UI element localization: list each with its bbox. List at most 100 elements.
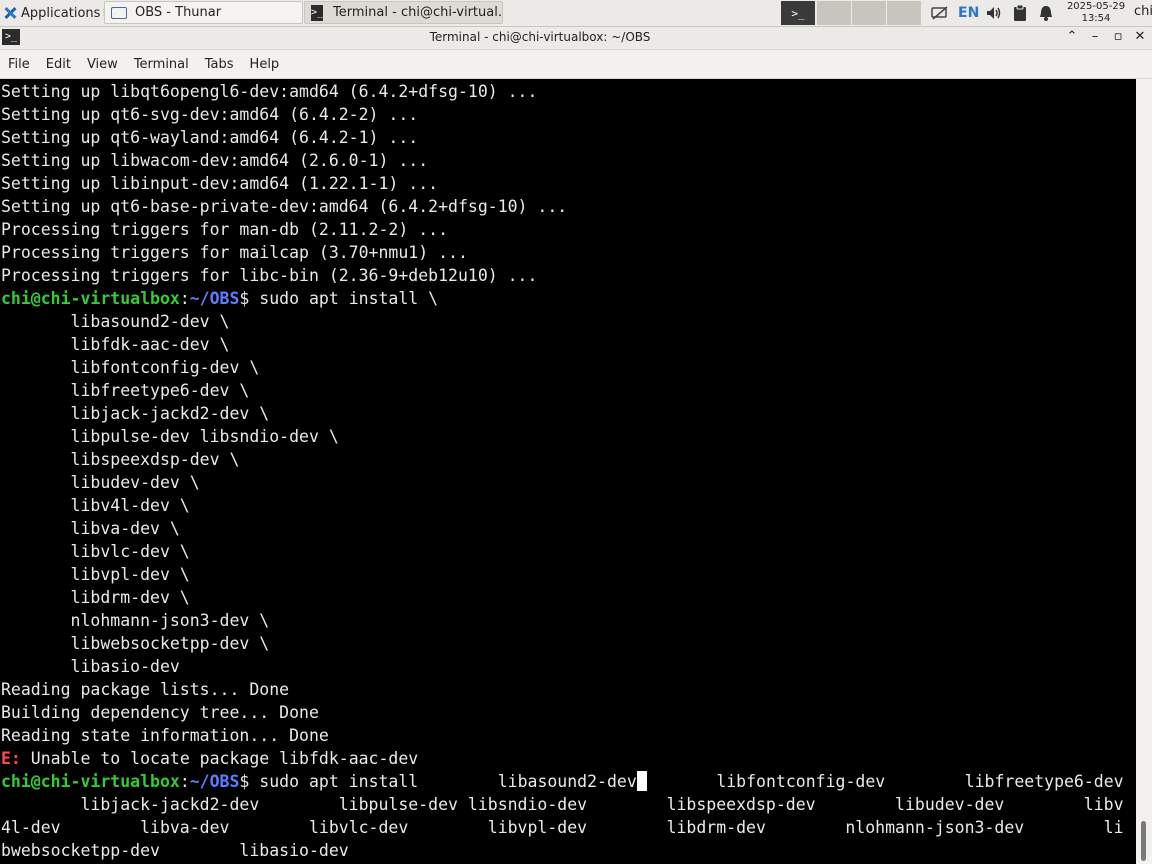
terminal-line: 4l-dev libva-dev libvlc-dev libvpl-dev l… — [1, 816, 1124, 839]
output-text: libfdk-aac-dev \ — [1, 335, 230, 354]
applications-menu-button[interactable]: Applications ⁝ — [0, 0, 107, 26]
output-text: libvlc-dev \ — [1, 542, 190, 561]
taskbar-item-thunar[interactable]: OBS - Thunar — [104, 1, 303, 24]
output-text: libdrm-dev \ — [1, 588, 190, 607]
output-text: Setting up libqt6opengl6-dev:amd64 (6.4.… — [1, 82, 538, 101]
taskbar-item-label: Terminal - chi@chi-virtual... — [333, 5, 503, 20]
terminal-line: libvpl-dev \ — [1, 563, 1124, 586]
command-text: sudo apt install libasound2-dev — [249, 772, 637, 791]
output-text: Setting up qt6-base-private-dev:amd64 (6… — [1, 197, 568, 216]
taskbar-item-terminal[interactable]: >_ Terminal - chi@chi-virtual... — [304, 1, 503, 24]
output-text: nlohmann-json3-dev \ — [1, 611, 270, 630]
prompt-user: chi@chi-virtualbox — [1, 289, 180, 308]
output-text: libasound2-dev \ — [1, 312, 230, 331]
terminal-line: Reading state information... Done — [1, 724, 1124, 747]
window-title: Terminal - chi@chi-virtualbox: ~/OBS — [429, 30, 651, 44]
workspace-2-button[interactable] — [817, 1, 851, 25]
terminal-line: chi@chi-virtualbox:~/OBS$ sudo apt insta… — [1, 770, 1124, 793]
menu-help[interactable]: Help — [250, 57, 280, 72]
terminal-line: Setting up libinput-dev:amd64 (1.22.1-1)… — [1, 172, 1124, 195]
workspace-4-button[interactable] — [887, 1, 921, 25]
clipboard-icon[interactable] — [1012, 0, 1028, 26]
terminal-line: Setting up libwacom-dev:amd64 (2.6.0-1) … — [1, 149, 1124, 172]
menu-file[interactable]: File — [8, 57, 30, 72]
terminal-line: libdrm-dev \ — [1, 586, 1124, 609]
keyboard-layout-indicator[interactable]: EN — [958, 0, 979, 26]
workspace-3-button[interactable] — [852, 1, 886, 25]
output-text: libjack-jackd2-dev libpulse-dev libsndio… — [1, 795, 1124, 814]
output-text: libpulse-dev libsndio-dev \ — [1, 427, 339, 446]
taskbar-item-label: OBS - Thunar — [135, 5, 222, 20]
network-icon[interactable] — [930, 0, 950, 26]
terminal-line: E: Unable to locate package libfdk-aac-d… — [1, 747, 1124, 770]
terminal-line: Setting up qt6-wayland:amd64 (6.4.2-1) .… — [1, 126, 1124, 149]
notifications-icon[interactable] — [1038, 0, 1054, 26]
output-text: libasio-dev — [1, 657, 180, 676]
window-close-button[interactable]: ✕ — [1131, 29, 1149, 44]
output-text: libfontconfig-dev \ — [1, 358, 260, 377]
clock-date: 2025-05-29 — [1066, 1, 1126, 12]
menubar: File Edit View Terminal Tabs Help — [0, 50, 1152, 79]
terminal-line: Reading package lists... Done — [1, 678, 1124, 701]
folder-icon — [111, 6, 127, 19]
output-text: Setting up libinput-dev:amd64 (1.22.1-1)… — [1, 174, 439, 193]
window-shade-button[interactable]: ⌃ — [1063, 29, 1081, 44]
terminal-line: bwebsocketpp-dev libasio-dev — [1, 839, 1124, 862]
terminal-line: Setting up libqt6opengl6-dev:amd64 (6.4.… — [1, 80, 1124, 103]
terminal-scrollbar[interactable] — [1136, 79, 1152, 864]
output-text: Building dependency tree... Done — [1, 703, 319, 722]
prompt-symbol: $ — [239, 289, 250, 308]
command-text: libfontconfig-dev libfreetype6-dev — [646, 772, 1124, 791]
panel-clock[interactable]: 2025-05-29 13:54 — [1062, 1, 1130, 25]
output-text: libvpl-dev \ — [1, 565, 190, 584]
terminal-line: Processing triggers for man-db (2.11.2-2… — [1, 218, 1124, 241]
output-text: libwebsocketpp-dev \ — [1, 634, 270, 653]
user-menu[interactable]: chi — [1134, 4, 1152, 19]
terminal-line: libvlc-dev \ — [1, 540, 1124, 563]
output-text: Setting up qt6-wayland:amd64 (6.4.2-1) .… — [1, 128, 419, 147]
terminal-line: Processing triggers for libc-bin (2.36-9… — [1, 264, 1124, 287]
output-text: Setting up qt6-svg-dev:amd64 (6.4.2-2) .… — [1, 105, 419, 124]
output-text: libjack-jackd2-dev \ — [1, 404, 270, 423]
terminal-line: Setting up qt6-svg-dev:amd64 (6.4.2-2) .… — [1, 103, 1124, 126]
command-text: sudo apt install \ — [249, 289, 439, 308]
output-text: 4l-dev libva-dev libvlc-dev libvpl-dev l… — [1, 818, 1124, 837]
prompt-separator: : — [179, 772, 190, 791]
terminal-output[interactable]: Setting up libqt6opengl6-dev:amd64 (6.4.… — [0, 79, 1136, 864]
prompt-path: ~/OBS — [189, 772, 240, 791]
window-maximize-button[interactable]: ▫ — [1109, 29, 1127, 44]
menu-edit[interactable]: Edit — [46, 57, 71, 72]
terminal-line: libasio-dev — [1, 655, 1124, 678]
prompt-symbol: $ — [239, 772, 250, 791]
window-minimize-button[interactable]: – — [1086, 29, 1104, 44]
terminal-lines: Setting up libqt6opengl6-dev:amd64 (6.4.… — [1, 80, 1124, 862]
text-cursor — [636, 771, 647, 791]
terminal-line: libasound2-dev \ — [1, 310, 1124, 333]
window-titlebar[interactable]: >_ Terminal - chi@chi-virtualbox: ~/OBS … — [0, 27, 1152, 50]
output-text: Processing triggers for man-db (2.11.2-2… — [1, 220, 449, 239]
scrollbar-thumb[interactable] — [1141, 821, 1146, 861]
applications-label: Applications — [21, 5, 101, 21]
output-text: Processing triggers for mailcap (3.70+nm… — [1, 243, 468, 262]
terminal-line: libpulse-dev libsndio-dev \ — [1, 425, 1124, 448]
menu-terminal[interactable]: Terminal — [134, 57, 189, 72]
terminal-line: Building dependency tree... Done — [1, 701, 1124, 724]
terminal-icon: >_ — [311, 4, 324, 21]
terminal-line: nlohmann-json3-dev \ — [1, 609, 1124, 632]
prompt-user: chi@chi-virtualbox — [1, 772, 180, 791]
workspace-1-button[interactable]: >_ — [781, 1, 815, 25]
volume-icon[interactable] — [985, 0, 1003, 26]
terminal-line: libfdk-aac-dev \ — [1, 333, 1124, 356]
terminal-line: libv4l-dev \ — [1, 494, 1124, 517]
menu-view[interactable]: View — [87, 57, 118, 72]
terminal-line: libwebsocketpp-dev \ — [1, 632, 1124, 655]
prompt-path: ~/OBS — [189, 289, 240, 308]
language-label: EN — [958, 5, 980, 21]
output-text: libv4l-dev \ — [1, 496, 190, 515]
prompt-separator: : — [179, 289, 190, 308]
output-text: libva-dev \ — [1, 519, 180, 538]
terminal-line: libjack-jackd2-dev \ — [1, 402, 1124, 425]
terminal-line: libudev-dev \ — [1, 471, 1124, 494]
output-text: libudev-dev \ — [1, 473, 200, 492]
menu-tabs[interactable]: Tabs — [205, 57, 234, 72]
